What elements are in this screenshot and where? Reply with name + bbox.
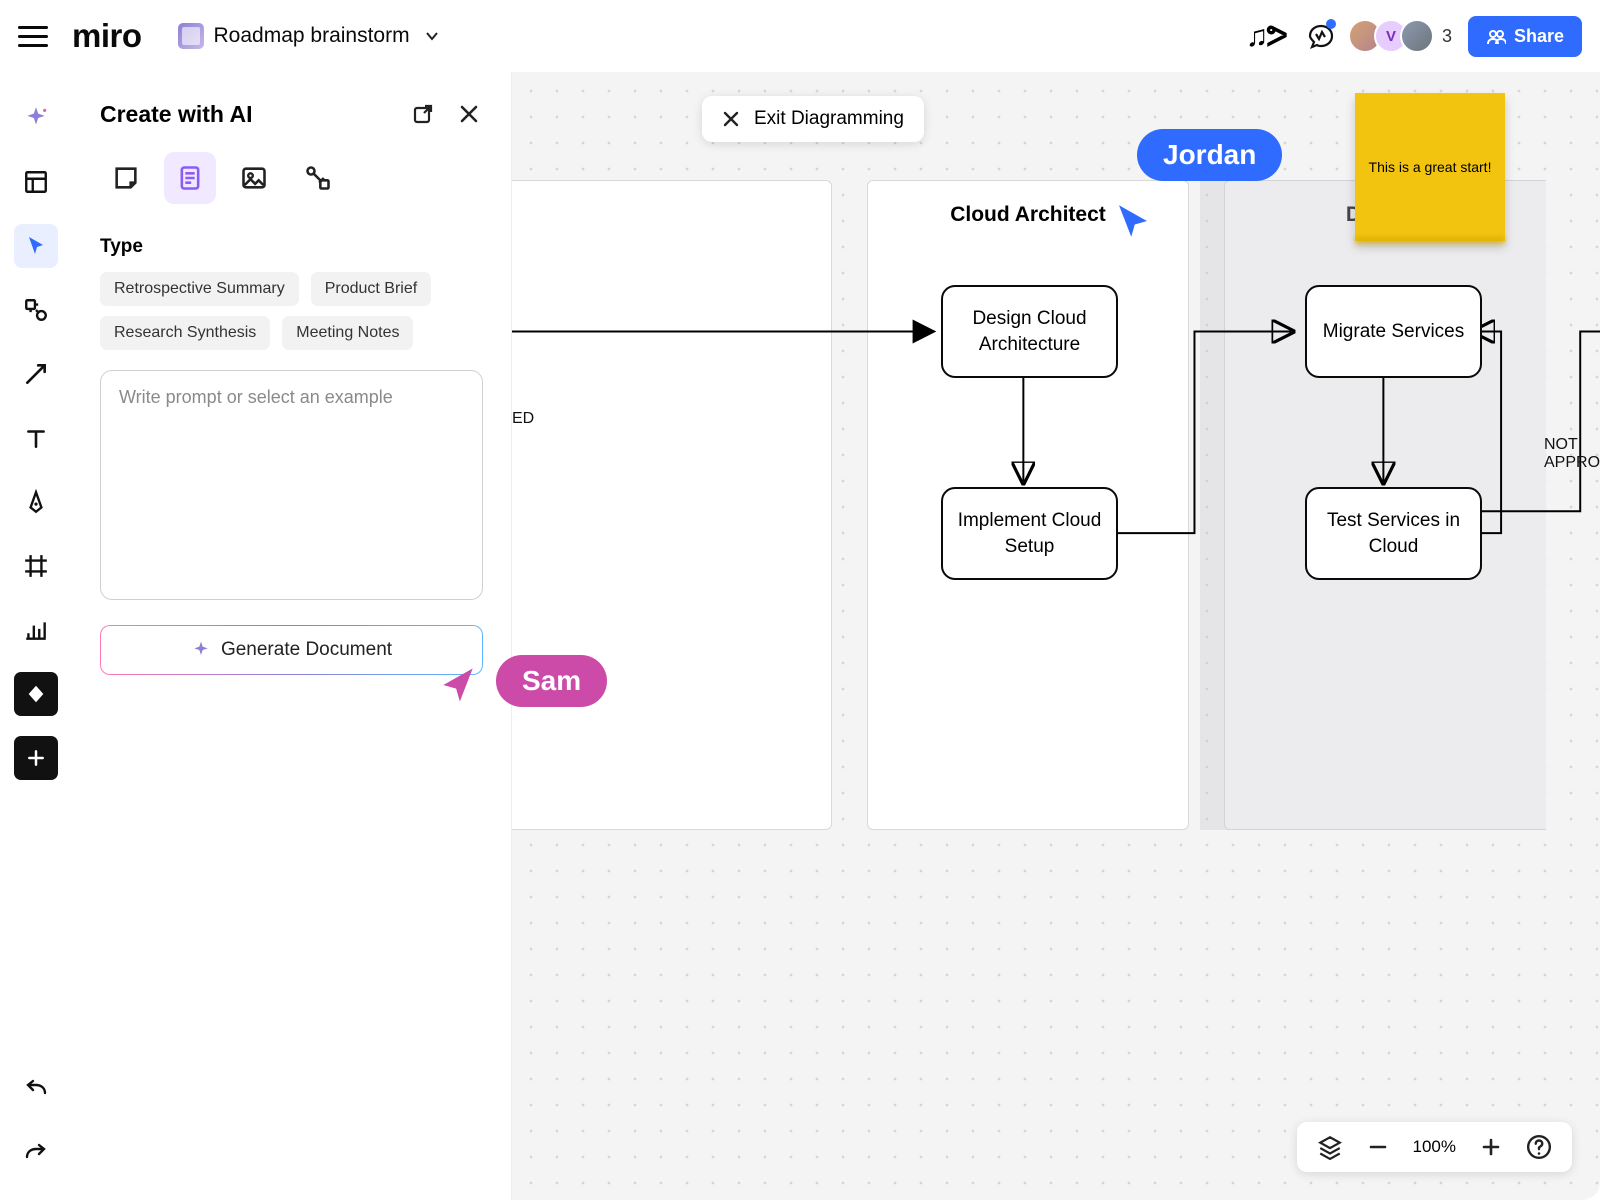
close-icon [722,110,740,128]
minus-icon [1368,1137,1388,1157]
plus-icon [1481,1137,1501,1157]
board-icon [178,23,204,49]
cursor-pointer-icon [436,663,480,707]
chip-retrospective[interactable]: Retrospective Summary [100,272,299,306]
sticky-note[interactable]: This is a great start! [1355,93,1505,241]
pen-tool[interactable] [14,480,58,524]
board-selector[interactable]: Roadmap brainstorm [178,23,440,49]
swimlane-partial[interactable] [512,180,832,830]
zoom-in-button[interactable] [1478,1134,1504,1160]
share-icon [1486,26,1506,46]
chip-product-brief[interactable]: Product Brief [311,272,431,306]
chart-tool[interactable] [14,608,58,652]
prompt-input[interactable] [100,370,483,600]
node-implement-cloud-setup[interactable]: Implement Cloud Setup [941,487,1118,580]
edge-label-truncated: ED [512,410,534,428]
plus-icon [26,748,46,768]
zoom-level[interactable]: 100% [1413,1137,1456,1157]
apps-tool[interactable] [14,672,58,716]
avatar [1400,19,1434,53]
board-name: Roadmap brainstorm [214,24,410,48]
share-label: Share [1514,26,1564,47]
edge-label-not-approved: NOT APPROVED [1544,436,1600,472]
chevron-down-icon [424,28,440,44]
mode-image[interactable] [228,152,280,204]
chip-meeting-notes[interactable]: Meeting Notes [282,316,413,350]
zoom-out-button[interactable] [1365,1134,1391,1160]
image-icon [240,164,268,192]
sparkle-icon [191,640,211,660]
select-tool[interactable] [14,224,58,268]
cursor-icon [24,234,48,258]
shapes-icon [23,297,49,323]
diagram-icon [304,164,332,192]
generate-button[interactable]: Generate Document [100,625,483,675]
ai-tool[interactable] [14,96,58,140]
logo: miro [72,17,142,55]
close-button[interactable] [455,100,483,128]
exit-label: Exit Diagramming [754,108,904,130]
more-tools[interactable] [14,736,58,780]
share-button[interactable]: Share [1468,16,1582,57]
participant-count: 3 [1442,26,1452,47]
pen-icon [23,489,49,515]
templates-tool[interactable] [14,160,58,204]
layers-button[interactable] [1317,1134,1343,1160]
popout-icon [411,102,435,126]
mode-document[interactable] [164,152,216,204]
reactions-button[interactable]: ♫ᕗ [1246,19,1286,54]
text-tool[interactable] [14,416,58,460]
chip-research[interactable]: Research Synthesis [100,316,270,350]
shapes-tool[interactable] [14,288,58,332]
document-icon [176,164,204,192]
remote-cursor-sam: Sam [496,655,607,707]
node-test-services[interactable]: Test Services in Cloud [1305,487,1482,580]
exit-diagramming-button[interactable]: Exit Diagramming [702,96,924,142]
undo-icon [23,1079,49,1101]
node-design-cloud-architecture[interactable]: Design Cloud Architecture [941,285,1118,378]
connector-tool[interactable] [14,352,58,396]
node-migrate-services[interactable]: Migrate Services [1305,285,1482,378]
panel-title: Create with AI [100,101,253,128]
mode-diagram[interactable] [292,152,344,204]
help-button[interactable] [1526,1134,1552,1160]
type-label: Type [100,236,483,258]
remote-cursor-jordan: Jordan [1137,129,1282,181]
generate-label: Generate Document [221,639,392,661]
menu-button[interactable] [18,21,48,51]
activity-button[interactable] [1302,17,1340,55]
layout-icon [23,169,49,195]
frame-tool[interactable] [14,544,58,588]
redo-icon [23,1143,49,1165]
undo-button[interactable] [14,1068,58,1112]
cursor-pointer-icon [1112,200,1154,242]
arrow-icon [23,361,49,387]
shape-fill-icon [25,683,47,705]
participant-avatars[interactable]: V 3 [1356,19,1452,53]
notification-dot-icon [1326,19,1336,29]
chart-icon [23,617,49,643]
layers-icon [1317,1134,1343,1160]
text-icon [23,425,49,451]
close-icon [458,103,480,125]
sticky-icon [112,164,140,192]
sparkle-icon [23,105,49,131]
mode-sticky[interactable] [100,152,152,204]
expand-button[interactable] [409,100,437,128]
frame-icon [23,553,49,579]
redo-button[interactable] [14,1132,58,1176]
help-icon [1526,1134,1552,1160]
